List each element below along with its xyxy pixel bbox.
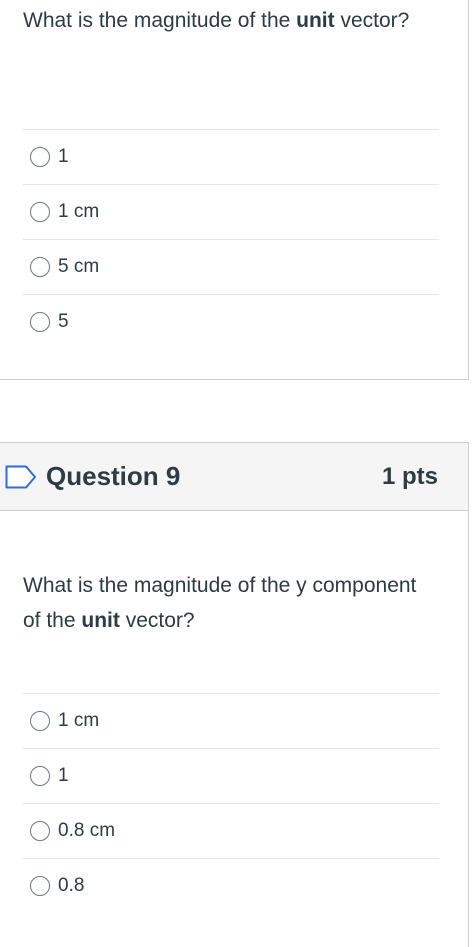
answer-option[interactable]: 0.8 cm	[23, 803, 439, 858]
question-header: Question 9 1 pts	[0, 443, 468, 511]
question-text-emphasis: unit	[81, 609, 120, 632]
radio-button[interactable]	[30, 766, 50, 786]
question-title: Question 9	[46, 461, 181, 491]
radio-button[interactable]	[30, 821, 50, 841]
answer-option[interactable]: 1	[23, 129, 439, 184]
question-card-8: What is the magnitude of the unit vector…	[0, 0, 469, 380]
radio-button[interactable]	[30, 876, 50, 896]
answer-label: 5	[58, 311, 69, 332]
answer-list: 1 1 cm 5 cm 5	[23, 129, 439, 349]
radio-button[interactable]	[30, 257, 50, 277]
question-text-part: vector?	[119, 609, 195, 632]
answer-label: 0.8	[58, 875, 85, 896]
answer-option[interactable]: 1 cm	[23, 184, 439, 239]
question-text: What is the magnitude of the y component…	[23, 568, 423, 638]
answer-option[interactable]: 5 cm	[23, 239, 439, 294]
answer-option[interactable]: 0.8	[23, 858, 439, 913]
answer-label: 1 cm	[58, 710, 100, 731]
answer-label: 1 cm	[58, 201, 100, 222]
quiz-page: What is the magnitude of the unit vector…	[0, 0, 474, 947]
answer-label: 1	[58, 146, 69, 167]
answer-option[interactable]: 1 cm	[23, 693, 439, 748]
question-text-part: vector?	[334, 9, 410, 32]
question-points: 1 pts	[381, 463, 438, 490]
radio-button[interactable]	[30, 202, 50, 222]
answer-list: 1 cm 1 0.8 cm 0.8	[23, 693, 439, 913]
radio-button[interactable]	[30, 711, 50, 731]
radio-button[interactable]	[30, 147, 50, 167]
answer-option[interactable]: 1	[23, 748, 439, 803]
answer-label: 1	[58, 765, 69, 786]
answer-label: 5 cm	[58, 256, 100, 277]
question-text-emphasis: unit	[296, 9, 335, 32]
radio-button[interactable]	[30, 312, 50, 332]
question-text-part: What is the magnitude of the	[23, 9, 297, 32]
question-card-9: Question 9 1 pts What is the magnitude o…	[0, 442, 469, 947]
flag-question-icon[interactable]	[5, 465, 37, 489]
question-text: What is the magnitude of the unit vector…	[23, 3, 423, 38]
answer-option[interactable]: 5	[23, 294, 439, 349]
answer-label: 0.8 cm	[58, 820, 116, 841]
